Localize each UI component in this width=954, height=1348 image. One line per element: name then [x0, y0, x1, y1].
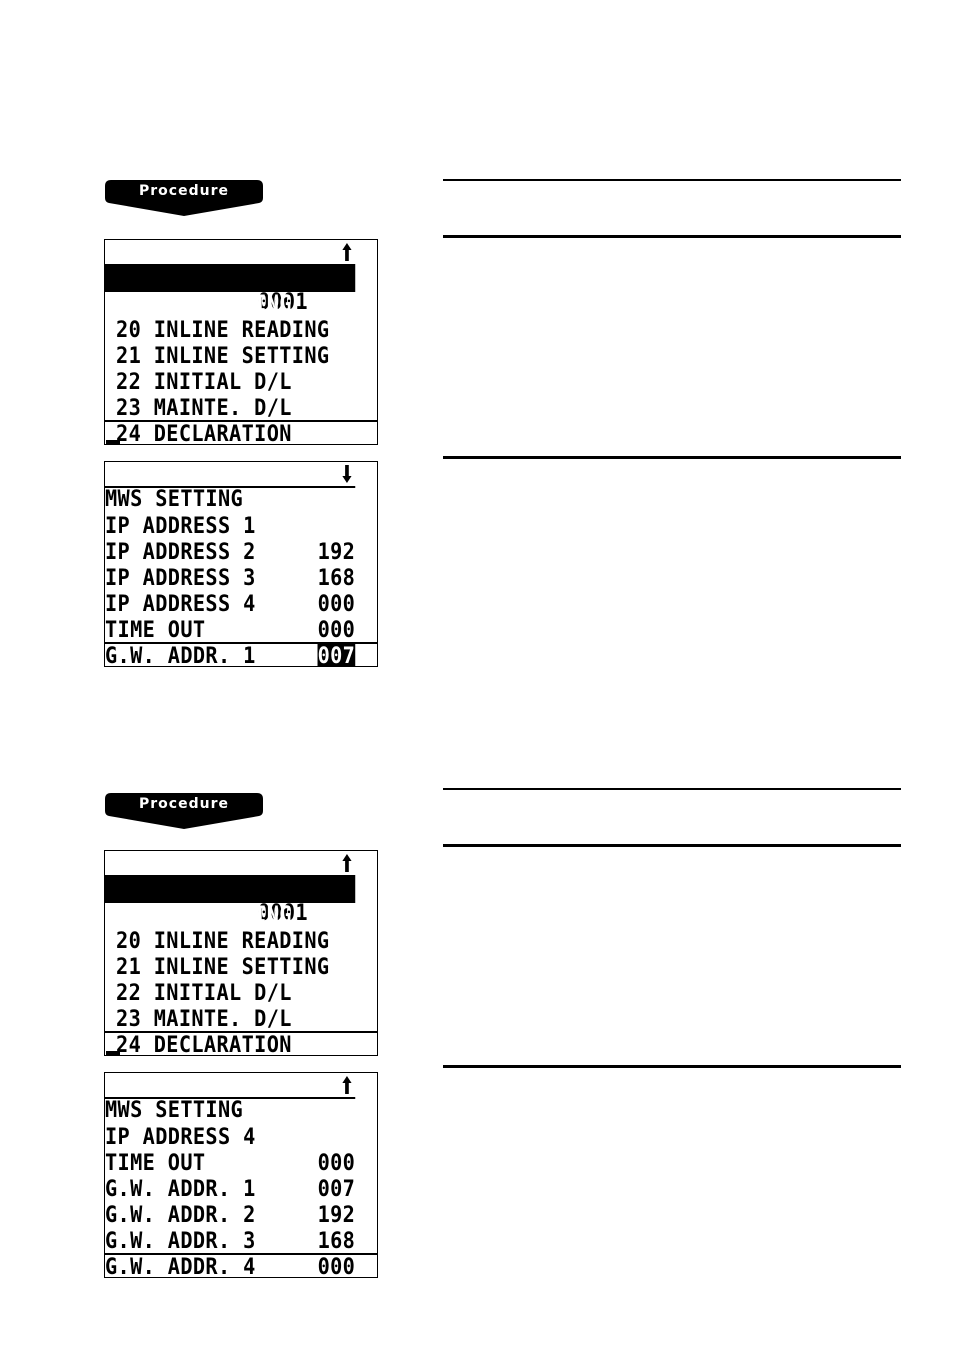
scroll-up-arrow-icon	[342, 243, 352, 261]
scroll-up-arrow-icon	[342, 1076, 352, 1094]
menu-item[interactable]: 20 INLINE READING	[105, 903, 355, 954]
setting-row[interactable]: G.W. ADDR. 1 192	[105, 1151, 355, 1228]
scroll-up-arrow-icon	[342, 854, 352, 872]
lcd-menu-screen: PGM2 0001 19 MWS SETTING 20 INLINE READI…	[104, 239, 378, 445]
menu-item[interactable]: 21 INLINE SETTING	[105, 318, 355, 369]
input-line[interactable]	[105, 1255, 377, 1277]
menu-item[interactable]: 19 MWS SETTING	[105, 877, 356, 928]
setting-row[interactable]: IP ADDRESS 4 000	[105, 1099, 355, 1176]
procedure-badge: Procedure	[105, 793, 263, 829]
setting-row[interactable]: G.W. ADDR. 4 000	[105, 1229, 355, 1277]
input-line[interactable]	[105, 1033, 377, 1055]
setting-row[interactable]: G.W. ADDR. 2 168	[105, 1177, 355, 1254]
lcd-menu-screen: PGM2 0001 19 MWS SETTING 20 INLINE READI…	[104, 850, 378, 1056]
menu-item[interactable]: 22 INITIAL D/L	[105, 955, 355, 1006]
setting-row[interactable]: G.W. ADDR. 1 192	[105, 618, 355, 666]
screen-header: MWS SETTING	[105, 462, 356, 512]
menu-item[interactable]: 22 INITIAL D/L	[105, 344, 355, 395]
setting-row[interactable]: IP ADDRESS 4 000	[105, 566, 355, 643]
screen-header: PGM2 0001	[105, 240, 356, 315]
menu-item[interactable]: 23 MAINTE. D/L	[105, 370, 355, 421]
screen-header: PGM2 0001	[105, 851, 356, 926]
screen-header: MWS SETTING	[105, 1073, 356, 1123]
setting-row[interactable]: G.W. ADDR. 3 000	[105, 1203, 355, 1277]
setting-row[interactable]: TIME OUT 007	[105, 1125, 355, 1202]
setting-row[interactable]: TIME OUT 007	[105, 592, 356, 666]
input-cursor	[106, 440, 120, 444]
menu-item[interactable]: 19 MWS SETTING	[105, 266, 356, 317]
menu-item[interactable]: 20 INLINE READING	[105, 292, 355, 343]
menu-item[interactable]: 24 DECLARATION	[105, 1007, 355, 1055]
procedure-label: Procedure	[139, 183, 229, 199]
input-cursor	[106, 1051, 120, 1055]
scroll-down-arrow-icon	[342, 465, 352, 483]
step-rule	[443, 235, 901, 238]
setting-row[interactable]: IP ADDRESS 2 168	[105, 514, 355, 591]
input-line[interactable]	[105, 644, 377, 666]
input-line[interactable]	[105, 422, 377, 444]
lcd-setting-screen: MWS SETTING IP ADDRESS 1 192 IP ADDRESS …	[104, 461, 378, 667]
menu-item[interactable]: 21 INLINE SETTING	[105, 929, 355, 980]
step-rule	[443, 1065, 901, 1068]
step-rule	[443, 456, 901, 459]
setting-row[interactable]: IP ADDRESS 3 000	[105, 540, 355, 617]
step-rule	[443, 179, 901, 181]
setting-row[interactable]: IP ADDRESS 1 192	[105, 488, 355, 565]
menu-item[interactable]: 24 DECLARATION	[105, 396, 355, 444]
lcd-setting-screen: MWS SETTING IP ADDRESS 4 000 TIME OUT 00…	[104, 1072, 378, 1278]
menu-item[interactable]: 23 MAINTE. D/L	[105, 981, 355, 1032]
step-rule	[443, 788, 901, 790]
procedure-badge: Procedure	[105, 180, 263, 216]
step-rule	[443, 844, 901, 847]
procedure-label: Procedure	[139, 796, 229, 812]
